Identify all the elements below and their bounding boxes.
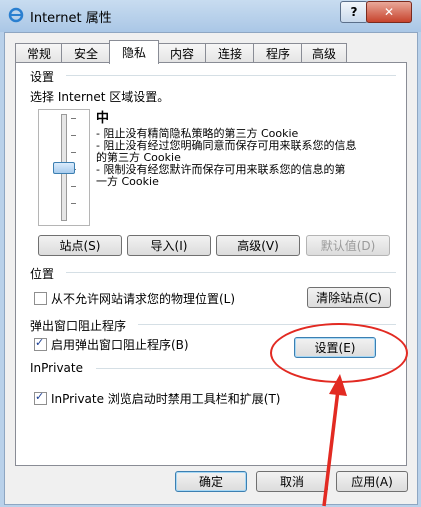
slider-tick xyxy=(71,135,76,136)
annotation-arrow xyxy=(322,374,347,507)
location-group-label: 位置 xyxy=(30,265,59,282)
inprivate-checkbox[interactable] xyxy=(34,390,47,405)
tab-security[interactable]: 安全 xyxy=(61,43,111,63)
zone-instruction: 选择 Internet 区域设置。 xyxy=(30,90,170,104)
popup-blocker-checkbox-label: 启用弹出窗口阻止程序(B) xyxy=(51,338,189,352)
ok-button[interactable]: 确定 xyxy=(175,471,247,492)
internet-explorer-icon xyxy=(8,7,24,23)
tab-programs[interactable]: 程序 xyxy=(253,43,303,63)
sites-button[interactable]: 站点(S) xyxy=(38,235,122,256)
slider-tick xyxy=(71,152,76,153)
tab-privacy[interactable]: 隐私 xyxy=(109,40,159,64)
inprivate-checkbox-label: InPrivate 浏览启动时禁用工具栏和扩展(T) xyxy=(51,392,281,406)
window-title: Internet 属性 xyxy=(30,11,112,26)
tab-advanced[interactable]: 高级 xyxy=(301,43,347,63)
location-checkbox-label: 从不允许网站请求您的物理位置(L) xyxy=(51,292,236,306)
tab-connections[interactable]: 连接 xyxy=(205,43,255,63)
close-button[interactable]: ✕ xyxy=(366,1,412,23)
help-button[interactable]: ? xyxy=(340,1,368,23)
tab-content[interactable]: 内容 xyxy=(157,43,207,63)
slider-tick xyxy=(71,118,76,119)
import-button[interactable]: 导入(I) xyxy=(127,235,211,256)
clear-sites-button[interactable]: 清除站点(C) xyxy=(307,287,391,308)
tab-general[interactable]: 常规 xyxy=(15,43,63,63)
popup-group-label: 弹出窗口阻止程序 xyxy=(30,317,131,334)
settings-group-line xyxy=(66,75,396,76)
location-group-line xyxy=(66,272,396,273)
slider-tick xyxy=(71,203,76,204)
privacy-level-slider[interactable] xyxy=(38,109,90,226)
location-checkbox[interactable] xyxy=(34,292,47,305)
default-button[interactable]: 默认值(D) xyxy=(306,235,390,256)
slider-thumb[interactable] xyxy=(53,162,75,174)
title-bar: Internet 属性 ? ✕ xyxy=(0,0,421,32)
inprivate-group-label: InPrivate xyxy=(30,361,87,375)
privacy-level-title: 中 xyxy=(96,111,110,126)
advanced-button[interactable]: 高级(V) xyxy=(216,235,300,256)
slider-tick xyxy=(71,186,76,187)
level-description-5: 一方 Cookie xyxy=(96,175,159,188)
popup-blocker-checkbox[interactable] xyxy=(34,336,47,351)
settings-group-label: 设置 xyxy=(30,68,59,85)
